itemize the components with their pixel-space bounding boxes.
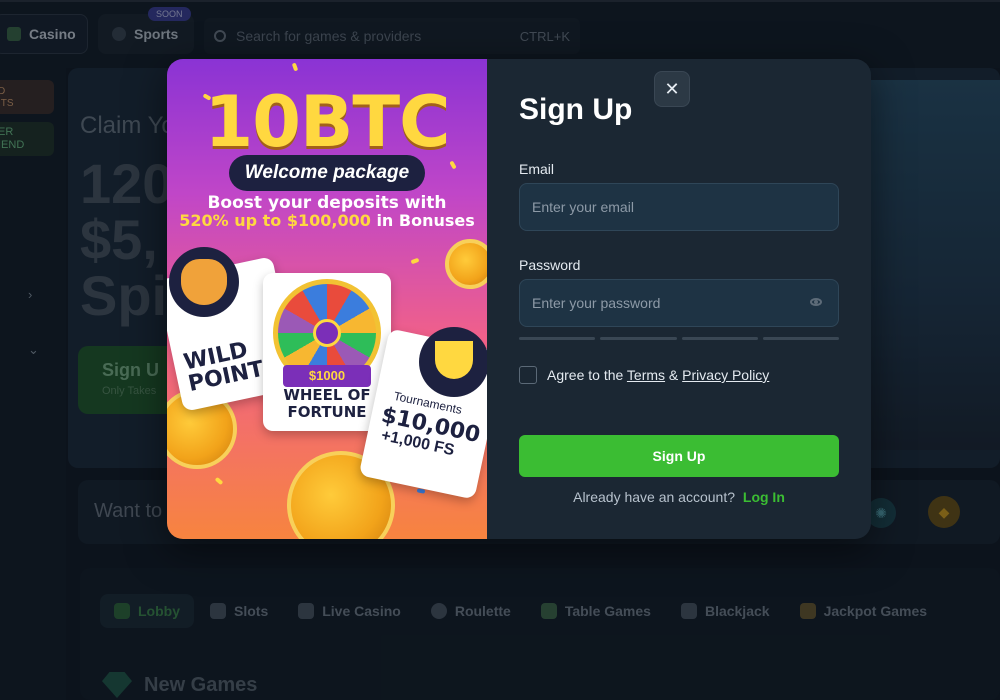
money-bag-icon (181, 259, 227, 305)
signup-modal: 10BTC Welcome package Boost your deposit… (167, 59, 871, 539)
email-placeholder: Enter your email (532, 199, 634, 215)
terms-link[interactable]: Terms (627, 367, 665, 383)
promo-bonus-line: 520% up to $100,000 in Bonuses (167, 211, 487, 230)
money-bag-badge (169, 247, 239, 317)
password-field[interactable]: Enter your password (519, 279, 839, 327)
wheel-line1: WHEEL OF (283, 386, 371, 404)
welcome-package-pill: Welcome package (229, 155, 425, 191)
signup-submit-button[interactable]: Sign Up (519, 435, 839, 477)
agree-text: Agree to the Terms & Privacy Policy (547, 367, 769, 383)
confetti (410, 257, 420, 265)
email-label: Email (519, 161, 555, 177)
promo-bonus-amount: 520% up to $100,000 (179, 211, 371, 230)
strength-segment (762, 337, 839, 340)
password-label: Password (519, 257, 581, 273)
close-modal-button[interactable]: ✕ (654, 71, 690, 107)
login-link[interactable]: Log In (743, 489, 785, 505)
confetti (291, 62, 299, 72)
signup-title: Sign Up (519, 93, 633, 126)
wheel-of-fortune-card: $1000 WHEEL OF FORTUNE (263, 273, 391, 431)
terms-agreement: Agree to the Terms & Privacy Policy (519, 366, 769, 384)
signup-form: Sign Up Email Enter your email Password … (487, 59, 871, 539)
strength-segment (600, 337, 677, 340)
agree-prefix: Agree to the (547, 367, 627, 383)
spin-button-icon (313, 319, 341, 347)
trophy-icon (435, 341, 473, 379)
confetti (214, 476, 224, 486)
password-strength-meter (519, 337, 839, 340)
eye-icon[interactable] (810, 298, 822, 306)
login-prompt: Already have an account? Log In (519, 489, 839, 505)
password-placeholder: Enter your password (532, 295, 661, 311)
email-field[interactable]: Enter your email (519, 183, 839, 231)
promo-panel: 10BTC Welcome package Boost your deposit… (167, 59, 487, 539)
big-win-label: $1000 (283, 365, 371, 387)
agree-checkbox[interactable] (519, 366, 537, 384)
gold-coin-image (445, 239, 487, 289)
promo-bonus-suffix: in Bonuses (370, 211, 475, 230)
privacy-policy-link[interactable]: Privacy Policy (682, 367, 769, 383)
strength-segment (681, 337, 758, 340)
have-account-text: Already have an account? (573, 489, 735, 505)
promo-boost-line: Boost your deposits with (207, 193, 447, 213)
promo-amount: 10BTC (204, 81, 451, 163)
agree-amp: & (665, 367, 683, 383)
close-icon: ✕ (664, 78, 680, 99)
trophy-badge (419, 327, 487, 397)
strength-segment (519, 337, 596, 340)
